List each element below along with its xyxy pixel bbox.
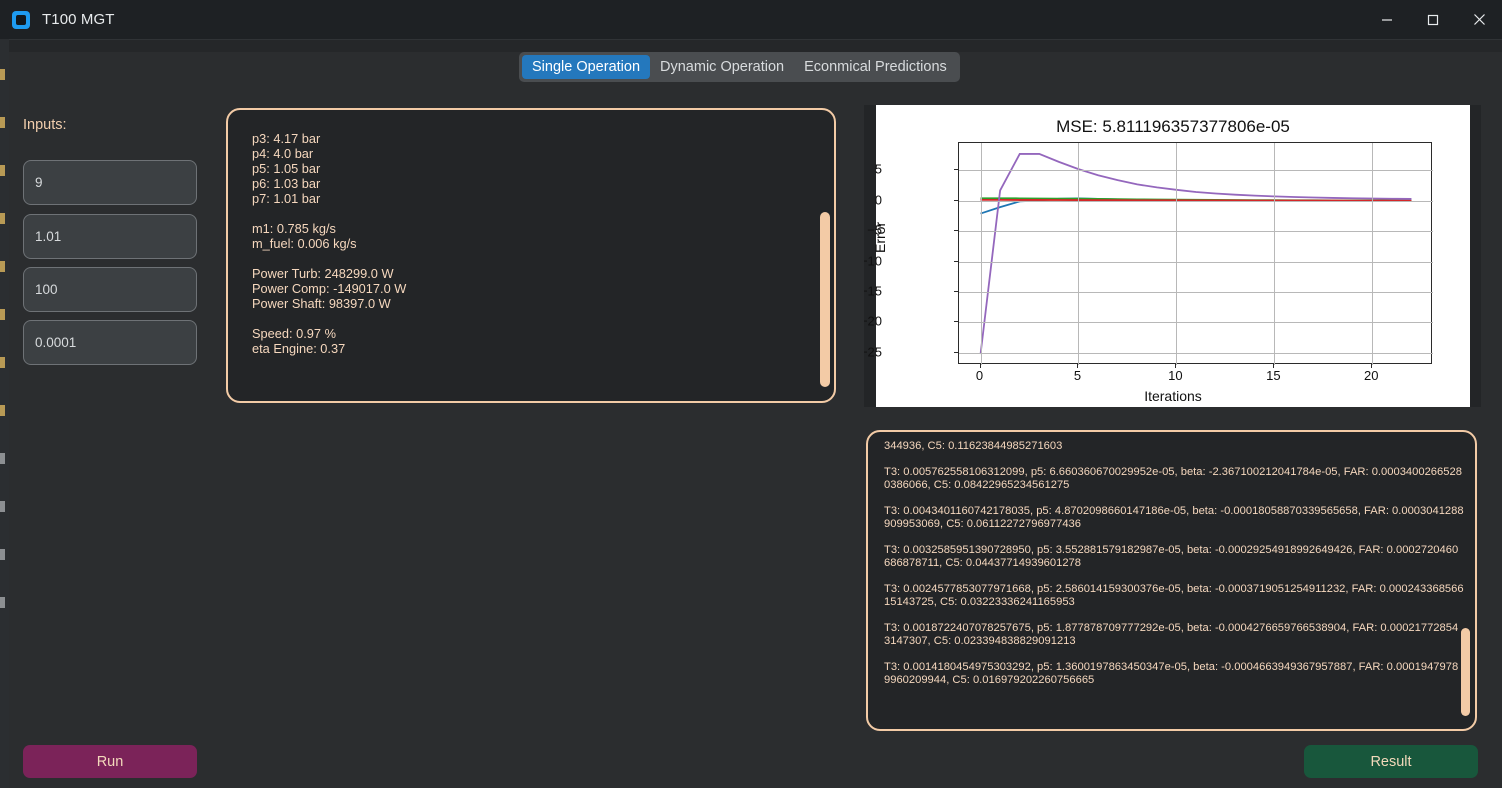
chart-y-tick-mark <box>954 169 958 171</box>
chart-y-tick-mark <box>954 351 958 353</box>
chart-y-tick-mark <box>954 321 958 323</box>
chart-y-tick-label: −20 <box>864 313 882 329</box>
edge-tick-mark <box>0 453 5 464</box>
log-line: 344936, C5: 0.11623844985271603 <box>884 440 1063 452</box>
chart-x-tick-mark <box>979 364 981 368</box>
log-line: T3: 0.0018722407078257675, p5: 1.8778787… <box>884 622 1459 647</box>
chart-x-tick-label: 5 <box>1073 368 1082 383</box>
chart-gridline-vertical <box>980 143 982 365</box>
log-scrollbar-thumb[interactable] <box>1461 628 1470 716</box>
edge-tick-mark <box>0 357 5 368</box>
output-scrollbar[interactable] <box>818 112 830 401</box>
app-logo-icon <box>12 10 30 29</box>
window-title: T100 MGT <box>42 11 115 28</box>
output-scrollbar-thumb[interactable] <box>820 212 830 387</box>
chart-series-lines <box>979 153 1412 355</box>
chart-plot-area <box>958 142 1433 365</box>
output-results-text: p3: 4.17 bar p4: 4.0 bar p5: 1.05 bar p6… <box>252 131 407 356</box>
chart-x-tick-label: 0 <box>975 368 984 383</box>
edge-tick-mark <box>0 213 5 224</box>
input-field-2[interactable] <box>23 214 197 259</box>
run-button[interactable]: Run <box>23 745 197 778</box>
chart-x-tick-mark <box>1273 364 1275 368</box>
edge-tick-mark <box>0 405 5 416</box>
result-button[interactable]: Result <box>1304 745 1478 778</box>
output-results-panel: p3: 4.17 bar p4: 4.0 bar p5: 1.05 bar p6… <box>226 108 836 403</box>
chart-y-tick-label: −5 <box>867 222 882 238</box>
chart-line-C5 <box>979 153 1412 355</box>
chart-y-tick-mark <box>954 260 958 262</box>
minimize-icon[interactable] <box>1364 0 1410 39</box>
tab-bar: Single Operation Dynamic Operation Econm… <box>519 52 960 82</box>
edge-tick-mark <box>0 69 5 80</box>
chart-gridline-vertical <box>1176 143 1178 365</box>
log-line: T3: 0.0043401160742178035, p5: 4.8702098… <box>884 505 1464 530</box>
edge-tick-mark <box>0 549 5 560</box>
chart-gridline-vertical <box>1372 143 1374 365</box>
inputs-label: Inputs: <box>23 117 67 133</box>
tab-dynamic-operation[interactable]: Dynamic Operation <box>650 55 794 79</box>
chart-gridline-vertical <box>1274 143 1276 365</box>
chart-gridline-horizontal <box>959 322 1433 324</box>
iteration-log-content: 344936, C5: 0.11623844985271603 T3: 0.005… <box>884 440 1464 700</box>
chart-gridline-horizontal <box>959 352 1433 354</box>
chart-gridline-horizontal <box>959 200 1433 202</box>
window-controls <box>1364 0 1502 39</box>
chart-canvas: MSE: 5.811196357377806e-05 Error Iterati… <box>864 105 1470 407</box>
input-field-4[interactable] <box>23 320 197 365</box>
application-window: T100 MGT Single Operation Dynamic Operat… <box>0 0 1502 788</box>
chart-y-tick-label: −25 <box>864 344 882 360</box>
tab-economical-predictions[interactable]: Econmical Predictions <box>794 55 957 79</box>
edge-tick-mark <box>0 165 5 176</box>
chart-title: MSE: 5.811196357377806e-05 <box>1056 117 1290 136</box>
chart-y-tick-label: −10 <box>864 253 882 269</box>
chart-gridline-horizontal <box>959 170 1433 172</box>
log-line: T3: 0.0014180454975303292, p5: 1.3600197… <box>884 661 1459 686</box>
edge-tick-mark <box>0 261 5 272</box>
edge-tick-mark <box>0 117 5 128</box>
maximize-icon[interactable] <box>1410 0 1456 39</box>
iteration-log-panel: 344936, C5: 0.11623844985271603 T3: 0.005… <box>866 430 1477 731</box>
chart-gridline-horizontal <box>959 231 1433 233</box>
chart-x-axis-label: Iterations <box>1144 388 1202 404</box>
chart-y-tick-mark <box>954 230 958 232</box>
edge-tick-mark <box>0 597 5 608</box>
tab-single-operation[interactable]: Single Operation <box>522 55 651 79</box>
input-field-1[interactable] <box>23 160 197 205</box>
chart-y-tick-label: 5 <box>874 161 882 177</box>
chart-x-tick-label: 10 <box>1168 368 1183 383</box>
chart-x-tick-mark <box>1175 364 1177 368</box>
edge-tick-mark <box>0 309 5 320</box>
edge-tick-mark <box>0 501 5 512</box>
title-bar: T100 MGT <box>0 0 1502 39</box>
chart-gridline-horizontal <box>959 261 1433 263</box>
chart-y-tick-label: 0 <box>874 192 882 208</box>
chart-x-tick-label: 20 <box>1364 368 1379 383</box>
log-line: T3: 0.005762558106312099, p5: 6.66036067… <box>884 466 1462 491</box>
error-chart-panel: MSE: 5.811196357377806e-05 Error Iterati… <box>864 105 1481 407</box>
chart-y-tick-mark <box>954 291 958 292</box>
chart-gridline-vertical <box>1078 143 1080 365</box>
input-field-3[interactable] <box>23 267 197 312</box>
log-line: T3: 0.0032585951390728950, p5: 3.5528815… <box>884 544 1459 569</box>
log-line: T3: 0.0024577853077971668, p5: 2.5860141… <box>884 583 1464 608</box>
chart-x-tick-mark <box>1077 364 1079 368</box>
close-icon[interactable] <box>1456 0 1502 39</box>
chart-x-tick-mark <box>1371 364 1373 368</box>
chart-gridline-horizontal <box>959 292 1433 293</box>
chart-x-tick-label: 15 <box>1266 368 1281 383</box>
window-edge-strip <box>0 39 9 788</box>
chart-y-tick-mark <box>954 199 958 201</box>
chart-y-tick-label: −15 <box>864 283 882 299</box>
